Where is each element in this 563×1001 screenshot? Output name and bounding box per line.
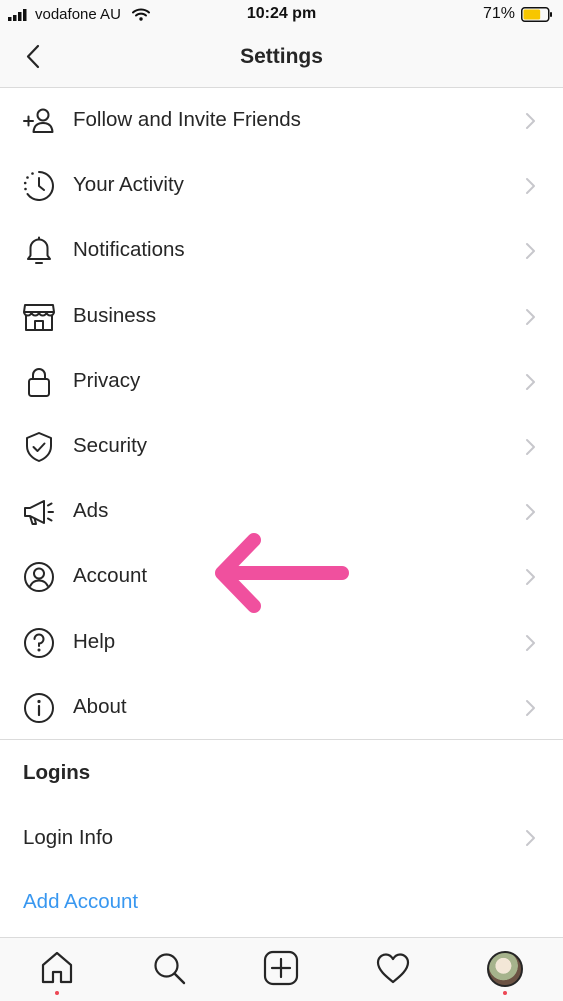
menu-item-label: Your Activity bbox=[73, 173, 184, 197]
annotation-arrow bbox=[210, 530, 355, 615]
chevron-right-icon bbox=[520, 437, 540, 457]
tab-bar bbox=[0, 937, 563, 1001]
menu-item-help[interactable]: Help bbox=[0, 610, 563, 675]
shield-icon bbox=[22, 430, 56, 464]
menu-item-label: Help bbox=[73, 629, 116, 653]
menu-item-security[interactable]: Security bbox=[0, 414, 563, 479]
search-icon bbox=[154, 953, 186, 985]
chevron-right-icon bbox=[520, 502, 540, 522]
chevron-right-icon bbox=[520, 372, 540, 392]
new-post-tab[interactable] bbox=[263, 950, 299, 986]
status-right: 71% bbox=[483, 5, 553, 23]
search-tab[interactable] bbox=[151, 950, 187, 986]
menu-item-label: Security bbox=[73, 433, 148, 457]
add-friend-icon bbox=[22, 104, 56, 138]
menu-item-follow-invite[interactable]: Follow and Invite Friends bbox=[0, 88, 563, 153]
add-account-link[interactable]: Add Account bbox=[23, 890, 138, 914]
notification-dot bbox=[503, 991, 507, 995]
chevron-right-icon bbox=[520, 176, 540, 196]
new-post-icon bbox=[263, 950, 299, 986]
megaphone-icon bbox=[22, 495, 56, 529]
home-tab[interactable] bbox=[39, 950, 75, 986]
settings-menu: Follow and Invite Friends Your Activity … bbox=[0, 88, 563, 740]
navigation-bar: Settings bbox=[0, 32, 563, 88]
menu-item-label: Follow and Invite Friends bbox=[73, 108, 301, 131]
battery-icon bbox=[521, 6, 553, 22]
chevron-right-icon bbox=[520, 307, 540, 327]
menu-item-notifications[interactable]: Notifications bbox=[0, 218, 563, 283]
heart-icon bbox=[376, 953, 410, 984]
help-icon bbox=[22, 626, 56, 660]
bell-icon bbox=[22, 234, 56, 268]
chevron-right-icon bbox=[520, 241, 540, 261]
logins-section-header: Logins bbox=[23, 761, 91, 784]
notification-dot bbox=[55, 991, 59, 995]
status-time: 10:24 pm bbox=[246, 5, 317, 22]
chevron-right-icon bbox=[520, 828, 540, 848]
lock-icon bbox=[22, 365, 56, 399]
menu-item-your-activity[interactable]: Your Activity bbox=[0, 153, 563, 218]
chevron-right-icon bbox=[520, 567, 540, 587]
menu-item-about[interactable]: About bbox=[0, 675, 563, 740]
page-title: Settings bbox=[240, 45, 323, 68]
menu-item-label: Account bbox=[73, 564, 148, 588]
login-info-label: Login Info bbox=[23, 826, 114, 849]
info-icon bbox=[22, 691, 56, 725]
account-icon bbox=[22, 560, 56, 594]
menu-item-label: Business bbox=[73, 303, 157, 327]
chevron-right-icon bbox=[520, 633, 540, 653]
section-divider bbox=[0, 739, 563, 740]
activity-tab[interactable] bbox=[375, 950, 411, 986]
home-icon bbox=[41, 951, 73, 984]
menu-item-label: Notifications bbox=[73, 238, 185, 262]
menu-item-business[interactable]: Business bbox=[0, 284, 563, 349]
login-info-item[interactable]: Login Info bbox=[0, 806, 563, 870]
menu-item-privacy[interactable]: Privacy bbox=[0, 349, 563, 414]
battery-percent: 71% bbox=[482, 5, 515, 22]
menu-item-label: Privacy bbox=[73, 368, 141, 392]
menu-item-label: About bbox=[73, 694, 127, 718]
activity-icon bbox=[22, 169, 56, 203]
status-bar: vodafone AU 10:24 pm 71% bbox=[0, 0, 563, 32]
shop-icon bbox=[22, 300, 56, 334]
chevron-right-icon bbox=[520, 698, 540, 718]
chevron-right-icon bbox=[520, 111, 540, 131]
profile-avatar[interactable] bbox=[487, 951, 523, 987]
menu-item-label: Ads bbox=[73, 499, 109, 523]
